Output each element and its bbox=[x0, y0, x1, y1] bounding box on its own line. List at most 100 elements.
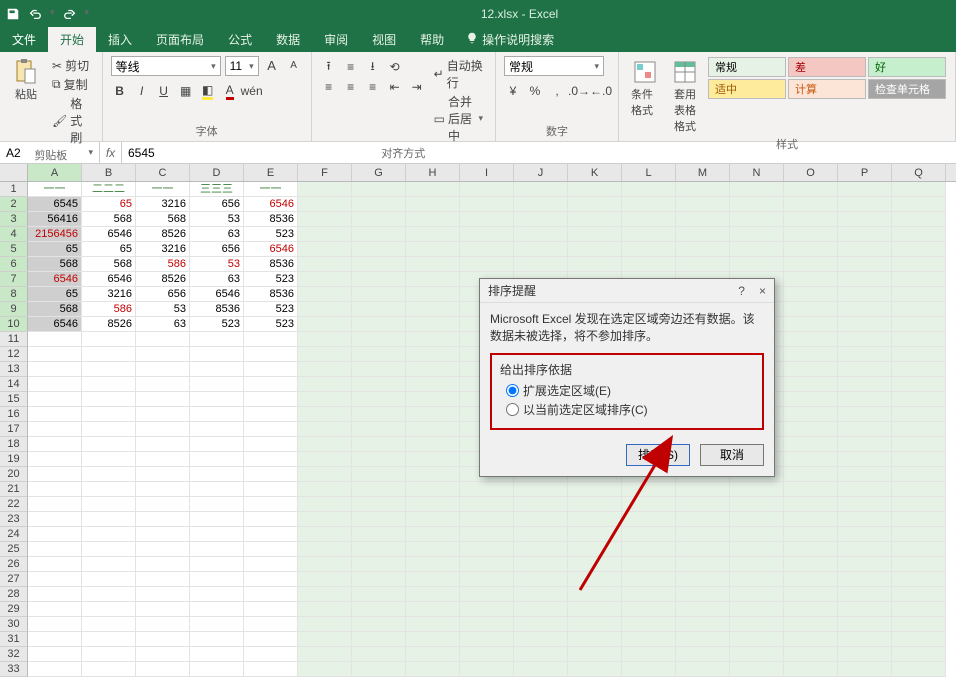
cell[interactable] bbox=[460, 602, 514, 617]
cell[interactable] bbox=[298, 557, 352, 572]
cell[interactable] bbox=[514, 587, 568, 602]
cell[interactable] bbox=[892, 632, 946, 647]
cell[interactable] bbox=[190, 662, 244, 677]
font-name-select[interactable]: 等线▾ bbox=[111, 56, 221, 76]
cell[interactable] bbox=[352, 452, 406, 467]
row-header[interactable]: 25 bbox=[0, 542, 28, 557]
cell[interactable] bbox=[892, 587, 946, 602]
cell[interactable] bbox=[244, 557, 298, 572]
cell[interactable] bbox=[244, 452, 298, 467]
cell[interactable] bbox=[406, 407, 460, 422]
row-header[interactable]: 22 bbox=[0, 497, 28, 512]
cell[interactable] bbox=[82, 362, 136, 377]
cell[interactable] bbox=[352, 362, 406, 377]
cell[interactable]: 568 bbox=[82, 257, 136, 272]
cell[interactable] bbox=[406, 587, 460, 602]
cell[interactable] bbox=[298, 392, 352, 407]
cell[interactable] bbox=[730, 542, 784, 557]
cell[interactable] bbox=[784, 197, 838, 212]
cell[interactable] bbox=[82, 632, 136, 647]
undo-icon[interactable] bbox=[28, 7, 42, 21]
cell[interactable] bbox=[406, 317, 460, 332]
cell[interactable] bbox=[244, 632, 298, 647]
cell[interactable] bbox=[514, 647, 568, 662]
cell[interactable] bbox=[406, 542, 460, 557]
cell[interactable] bbox=[460, 497, 514, 512]
align-left-button[interactable]: ≡ bbox=[320, 78, 338, 96]
cell[interactable] bbox=[460, 587, 514, 602]
font-color-button[interactable]: A bbox=[221, 82, 239, 100]
cell[interactable]: 6546 bbox=[244, 242, 298, 257]
cell[interactable] bbox=[568, 617, 622, 632]
cell[interactable] bbox=[136, 362, 190, 377]
cell[interactable] bbox=[784, 347, 838, 362]
cell[interactable]: 568 bbox=[82, 212, 136, 227]
cell[interactable] bbox=[784, 437, 838, 452]
cell[interactable]: 56416 bbox=[28, 212, 82, 227]
cell[interactable] bbox=[136, 407, 190, 422]
cell[interactable] bbox=[676, 242, 730, 257]
cell[interactable] bbox=[622, 557, 676, 572]
cell[interactable] bbox=[406, 437, 460, 452]
cell[interactable] bbox=[622, 647, 676, 662]
row-header[interactable]: 1 bbox=[0, 182, 28, 197]
cell[interactable] bbox=[244, 482, 298, 497]
cell[interactable] bbox=[622, 257, 676, 272]
cell[interactable] bbox=[352, 557, 406, 572]
cell[interactable] bbox=[838, 302, 892, 317]
cell[interactable] bbox=[784, 242, 838, 257]
cell[interactable] bbox=[730, 602, 784, 617]
cell[interactable] bbox=[676, 482, 730, 497]
style-neutral[interactable]: 适中 bbox=[708, 79, 786, 99]
cell[interactable]: 656 bbox=[190, 197, 244, 212]
cell[interactable] bbox=[28, 542, 82, 557]
cell[interactable] bbox=[514, 617, 568, 632]
cell[interactable] bbox=[892, 647, 946, 662]
cell[interactable] bbox=[298, 287, 352, 302]
row-header[interactable]: 13 bbox=[0, 362, 28, 377]
cell[interactable] bbox=[406, 482, 460, 497]
cell[interactable] bbox=[622, 227, 676, 242]
col-header-d[interactable]: D bbox=[190, 164, 244, 181]
cell[interactable] bbox=[82, 467, 136, 482]
cell[interactable] bbox=[460, 257, 514, 272]
cell[interactable] bbox=[622, 482, 676, 497]
cell[interactable] bbox=[298, 227, 352, 242]
cell[interactable] bbox=[676, 512, 730, 527]
cell[interactable] bbox=[784, 227, 838, 242]
cell[interactable]: 65 bbox=[28, 242, 82, 257]
cell[interactable] bbox=[28, 557, 82, 572]
cell[interactable] bbox=[514, 632, 568, 647]
cut-button[interactable]: ✂剪切 bbox=[48, 56, 94, 75]
cell[interactable] bbox=[352, 662, 406, 677]
cell[interactable] bbox=[892, 527, 946, 542]
cell[interactable] bbox=[82, 422, 136, 437]
cell[interactable] bbox=[406, 497, 460, 512]
cell[interactable] bbox=[730, 242, 784, 257]
cell[interactable] bbox=[568, 197, 622, 212]
cell[interactable] bbox=[190, 347, 244, 362]
cell[interactable] bbox=[784, 332, 838, 347]
cell[interactable] bbox=[568, 647, 622, 662]
increase-font-button[interactable]: A bbox=[263, 56, 281, 74]
row-header[interactable]: 10 bbox=[0, 317, 28, 332]
cell[interactable]: 63 bbox=[136, 317, 190, 332]
cell[interactable] bbox=[28, 332, 82, 347]
cell[interactable] bbox=[784, 302, 838, 317]
cell[interactable]: 568 bbox=[28, 302, 82, 317]
cell[interactable] bbox=[784, 482, 838, 497]
cell[interactable] bbox=[298, 197, 352, 212]
copy-button[interactable]: ⧉复制 bbox=[48, 75, 94, 94]
cell[interactable] bbox=[892, 227, 946, 242]
cell[interactable] bbox=[190, 557, 244, 572]
cell[interactable] bbox=[298, 632, 352, 647]
cell[interactable] bbox=[244, 377, 298, 392]
cell[interactable]: 586 bbox=[136, 257, 190, 272]
cell[interactable] bbox=[28, 347, 82, 362]
col-header-b[interactable]: B bbox=[82, 164, 136, 181]
cell[interactable]: 53 bbox=[136, 302, 190, 317]
col-header-j[interactable]: J bbox=[514, 164, 568, 181]
cell[interactable] bbox=[190, 482, 244, 497]
cell[interactable] bbox=[676, 557, 730, 572]
col-header-m[interactable]: M bbox=[676, 164, 730, 181]
